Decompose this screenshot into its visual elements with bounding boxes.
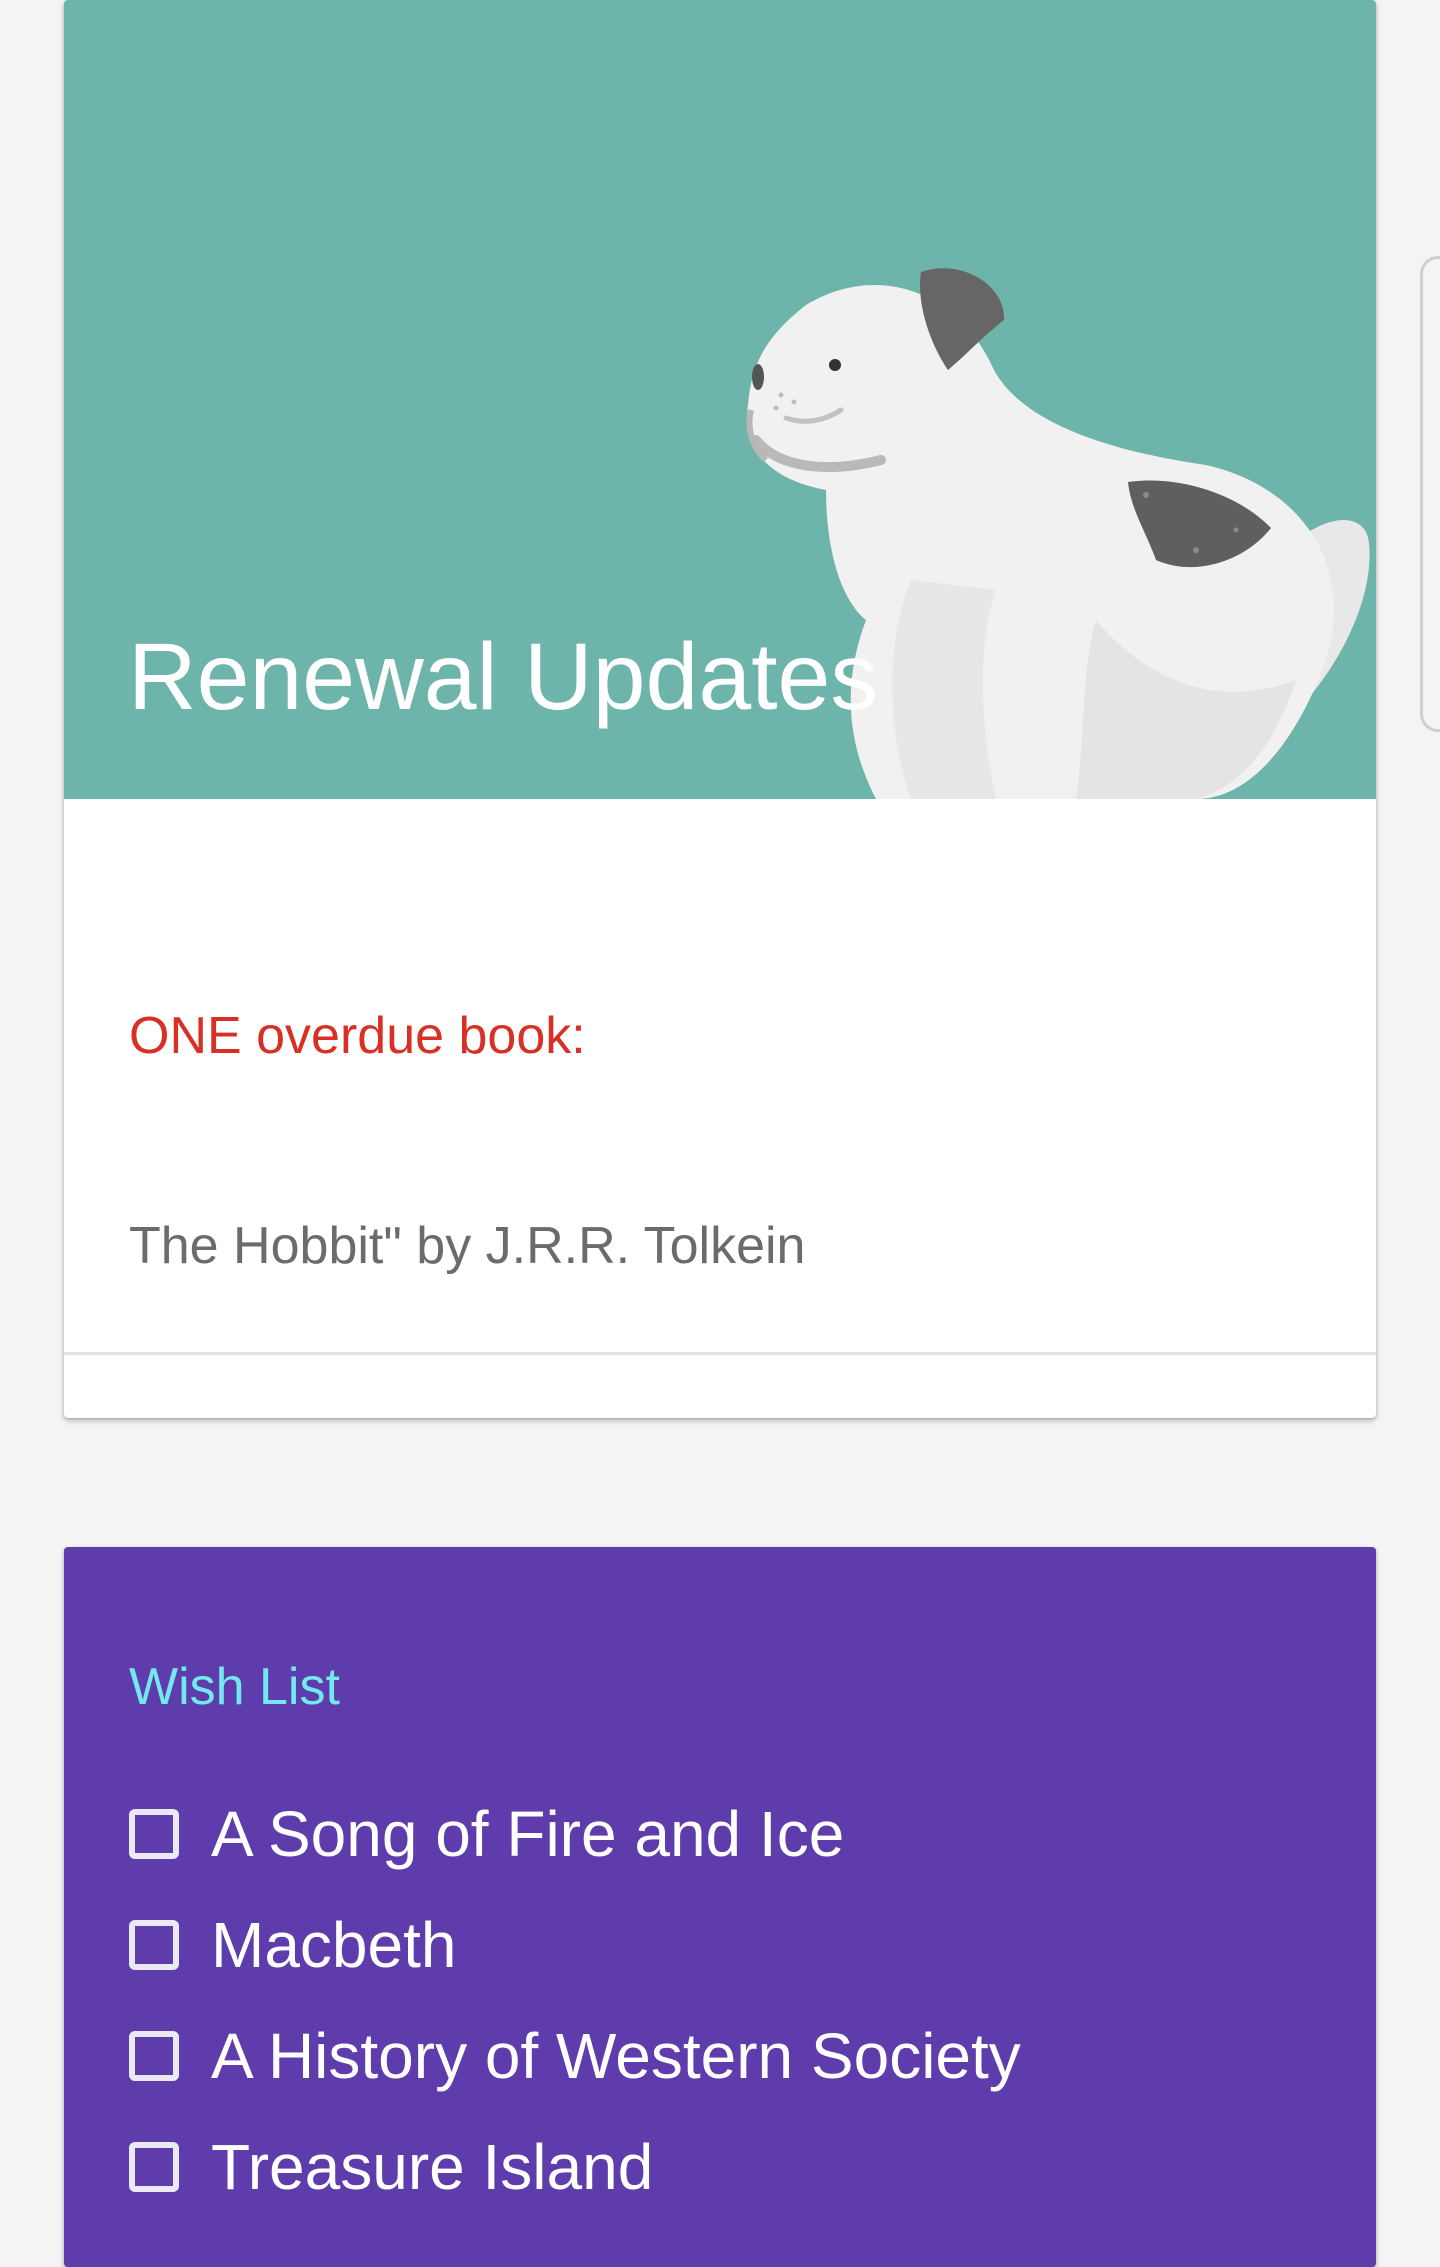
wish-list-card[interactable]: Wish List A Song of Fire and Ice Macbeth… (64, 1547, 1376, 2267)
renewal-updates-card[interactable]: Renewal Updates ONE overdue book: The Ho… (64, 0, 1376, 1418)
wish-item-label: Treasure Island (211, 2131, 654, 2203)
checkbox-unchecked-icon[interactable] (129, 1920, 179, 1970)
checkbox-unchecked-icon[interactable] (129, 1809, 179, 1859)
wish-item-label: A Song of Fire and Ice (211, 1798, 845, 1870)
wish-list-item[interactable]: A Song of Fire and Ice (129, 1794, 1309, 1874)
checkbox-unchecked-icon[interactable] (129, 2142, 179, 2192)
wish-list-item[interactable]: A History of Western Society (129, 2016, 1309, 2096)
wish-list-item[interactable]: Treasure Island (129, 2127, 1309, 2207)
wish-list-title: Wish List (129, 1658, 340, 1716)
card-header-image: Renewal Updates (64, 0, 1376, 799)
edge-panel-handle[interactable] (1420, 256, 1440, 732)
card-title: Renewal Updates (128, 624, 878, 730)
wish-item-label: A History of Western Society (211, 2020, 1021, 2092)
overdue-heading: ONE overdue book: (129, 1007, 586, 1065)
card-divider (64, 1352, 1376, 1355)
wish-list-item[interactable]: Macbeth (129, 1905, 1309, 1985)
wish-item-label: Macbeth (211, 1909, 457, 1981)
checkbox-unchecked-icon[interactable] (129, 2031, 179, 2081)
overdue-book-text: The Hobbit" by J.R.R. Tolkein (129, 1217, 806, 1275)
